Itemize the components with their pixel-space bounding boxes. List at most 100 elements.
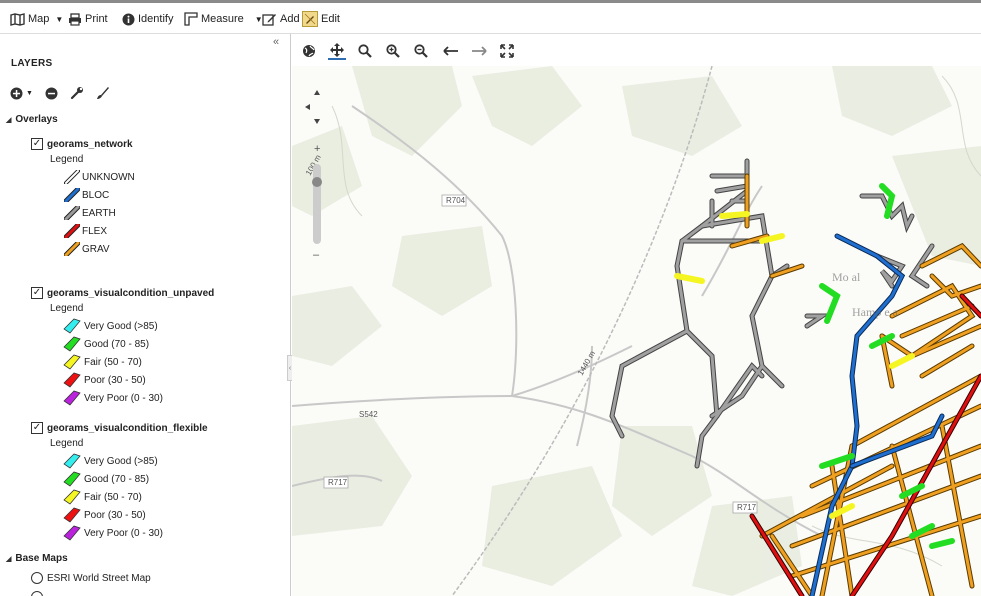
legend-item-label: Good (70 - 85) — [84, 473, 150, 485]
map-svg[interactable]: R704 S542 R717 R717 1440 m 100 m Mo al H… — [292, 66, 981, 596]
legend-item-label: Fair (50 - 70) — [84, 491, 142, 503]
map-menu-label: Map — [28, 13, 50, 25]
remove-layer-button[interactable] — [45, 87, 58, 100]
previous-extent-button[interactable] — [442, 42, 460, 60]
basemap-label: ESRI World Street Map — [47, 572, 151, 584]
zoom-slider-handle[interactable] — [312, 177, 322, 187]
zoom-in-button[interactable] — [384, 42, 402, 60]
identify-button[interactable]: Identify — [122, 10, 173, 28]
legend-item: Very Good (>85) — [62, 317, 158, 335]
expand-triangle-icon: ◢ — [6, 555, 12, 563]
add-layer-button[interactable]: ▼ — [10, 87, 33, 100]
edit-label: Edit — [321, 13, 340, 25]
layer-visualcondition-unpaved[interactable]: ✓ georams_visualcondition_unpaved — [31, 287, 214, 299]
elevation-label: 1440 m — [576, 349, 597, 377]
layer-style-button[interactable] — [96, 86, 110, 100]
zoom-slider[interactable] — [313, 164, 321, 244]
collapse-panel-icon[interactable]: « — [273, 36, 279, 48]
legend-label: Legend — [50, 154, 84, 165]
map-canvas[interactable]: R704 S542 R717 R717 1440 m 100 m Mo al H… — [292, 66, 981, 596]
zoom-in-icon — [386, 44, 400, 58]
line-swatch-icon — [64, 188, 80, 202]
basemap-option[interactable] — [31, 591, 43, 596]
legend-item-label: Fair (50 - 70) — [84, 356, 142, 368]
layer-checkbox[interactable]: ✓ — [31, 422, 43, 434]
add-button[interactable]: Add — [262, 10, 300, 28]
minus-circle-icon — [45, 87, 58, 99]
road-label: R717 — [328, 478, 348, 487]
legend-item-label: Very Poor (0 - 30) — [84, 527, 163, 539]
zoom-box-button[interactable] — [356, 42, 374, 60]
layer-settings-button[interactable] — [70, 86, 84, 100]
legend-label: Legend — [50, 303, 84, 314]
info-icon — [122, 13, 135, 25]
svg-text:Hamp e a: Hamp e a — [852, 305, 899, 319]
zoom-out-control[interactable]: – — [313, 249, 320, 261]
line-swatch-icon — [64, 242, 80, 256]
print-icon — [69, 12, 81, 26]
line-swatch-icon — [64, 206, 80, 220]
caret-down-icon: ▼ — [55, 14, 64, 24]
pan-button[interactable] — [328, 42, 346, 60]
basemap-option[interactable]: ESRI World Street Map — [31, 572, 151, 584]
print-label: Print — [85, 13, 108, 25]
basemaps-group[interactable]: ◢ Base Maps — [6, 553, 68, 564]
next-extent-button[interactable] — [470, 42, 488, 60]
layer-name: georams_visualcondition_flexible — [47, 422, 208, 434]
basemaps-label: Base Maps — [15, 553, 68, 564]
brush-icon — [96, 87, 109, 99]
layer-tools: ▼ — [10, 86, 110, 100]
polygon-swatch-icon — [63, 471, 81, 487]
legend-item: Very Poor (0 - 30) — [62, 524, 163, 542]
caret-down-icon: ▼ — [26, 89, 33, 97]
expand-icon — [500, 44, 514, 58]
legend-label: Legend — [50, 438, 84, 449]
fullscreen-button[interactable] — [498, 42, 516, 60]
legend-item: Poor (30 - 50) — [62, 371, 146, 389]
map-navigation-control: + – — [302, 78, 332, 261]
legend-item: Poor (30 - 50) — [62, 506, 146, 524]
layer-visualcondition-flexible[interactable]: ✓ georams_visualcondition_flexible — [31, 422, 208, 434]
zoom-out-button[interactable] — [412, 42, 430, 60]
zoom-in-control[interactable]: + — [314, 143, 320, 155]
layer-checkbox[interactable]: ✓ — [31, 287, 43, 299]
polygon-swatch-icon — [63, 318, 81, 334]
polygon-swatch-icon — [63, 489, 81, 505]
edit-button[interactable]: Edit — [302, 10, 340, 28]
road-label: S542 — [359, 410, 378, 419]
expand-triangle-icon: ◢ — [6, 116, 12, 124]
layer-name: georams_visualcondition_unpaved — [47, 287, 215, 299]
svg-text:Mo al: Mo al — [832, 270, 861, 284]
polygon-swatch-icon — [63, 354, 81, 370]
map-menu-button[interactable]: Map ▼ — [10, 10, 63, 28]
measure-label: Measure — [201, 13, 244, 25]
main-toolbar: Map ▼ Print Identify Measure ▼ Add Edit — [0, 0, 981, 34]
measure-menu-button[interactable]: Measure ▼ — [184, 10, 263, 28]
magnifier-icon — [358, 44, 372, 58]
layer-checkbox[interactable]: ✓ — [31, 138, 43, 150]
pan-control[interactable] — [305, 90, 320, 124]
layer-georams-network[interactable]: ✓ georams_network — [31, 138, 133, 150]
overlays-label: Overlays — [15, 114, 58, 125]
print-button[interactable]: Print — [68, 10, 108, 28]
full-extent-button[interactable] — [300, 42, 318, 60]
basemap-radio[interactable] — [31, 572, 43, 584]
arrow-left-icon — [443, 46, 458, 56]
basemap-radio[interactable] — [31, 591, 43, 596]
legend-item-label: GRAV — [82, 243, 110, 255]
legend-item-label: FLEX — [82, 225, 108, 237]
legend-item: BLOC — [64, 188, 109, 202]
legend-item: UNKNOWN — [64, 170, 135, 184]
plus-circle-icon — [10, 87, 23, 99]
legend-item: Fair (50 - 70) — [62, 353, 142, 371]
legend-item: Very Good (>85) — [62, 452, 158, 470]
legend-item-label: EARTH — [82, 207, 116, 219]
layers-panel: « LAYERS ▼ ◢ Overlays ✓ georams_network … — [0, 34, 291, 596]
legend-item: GRAV — [64, 242, 110, 256]
overlays-group[interactable]: ◢ Overlays — [6, 114, 58, 125]
polygon-swatch-icon — [63, 507, 81, 523]
zoom-out-icon — [414, 44, 428, 58]
polygon-swatch-icon — [63, 525, 81, 541]
legend-item: Good (70 - 85) — [62, 470, 149, 488]
polygon-swatch-icon — [63, 390, 81, 406]
